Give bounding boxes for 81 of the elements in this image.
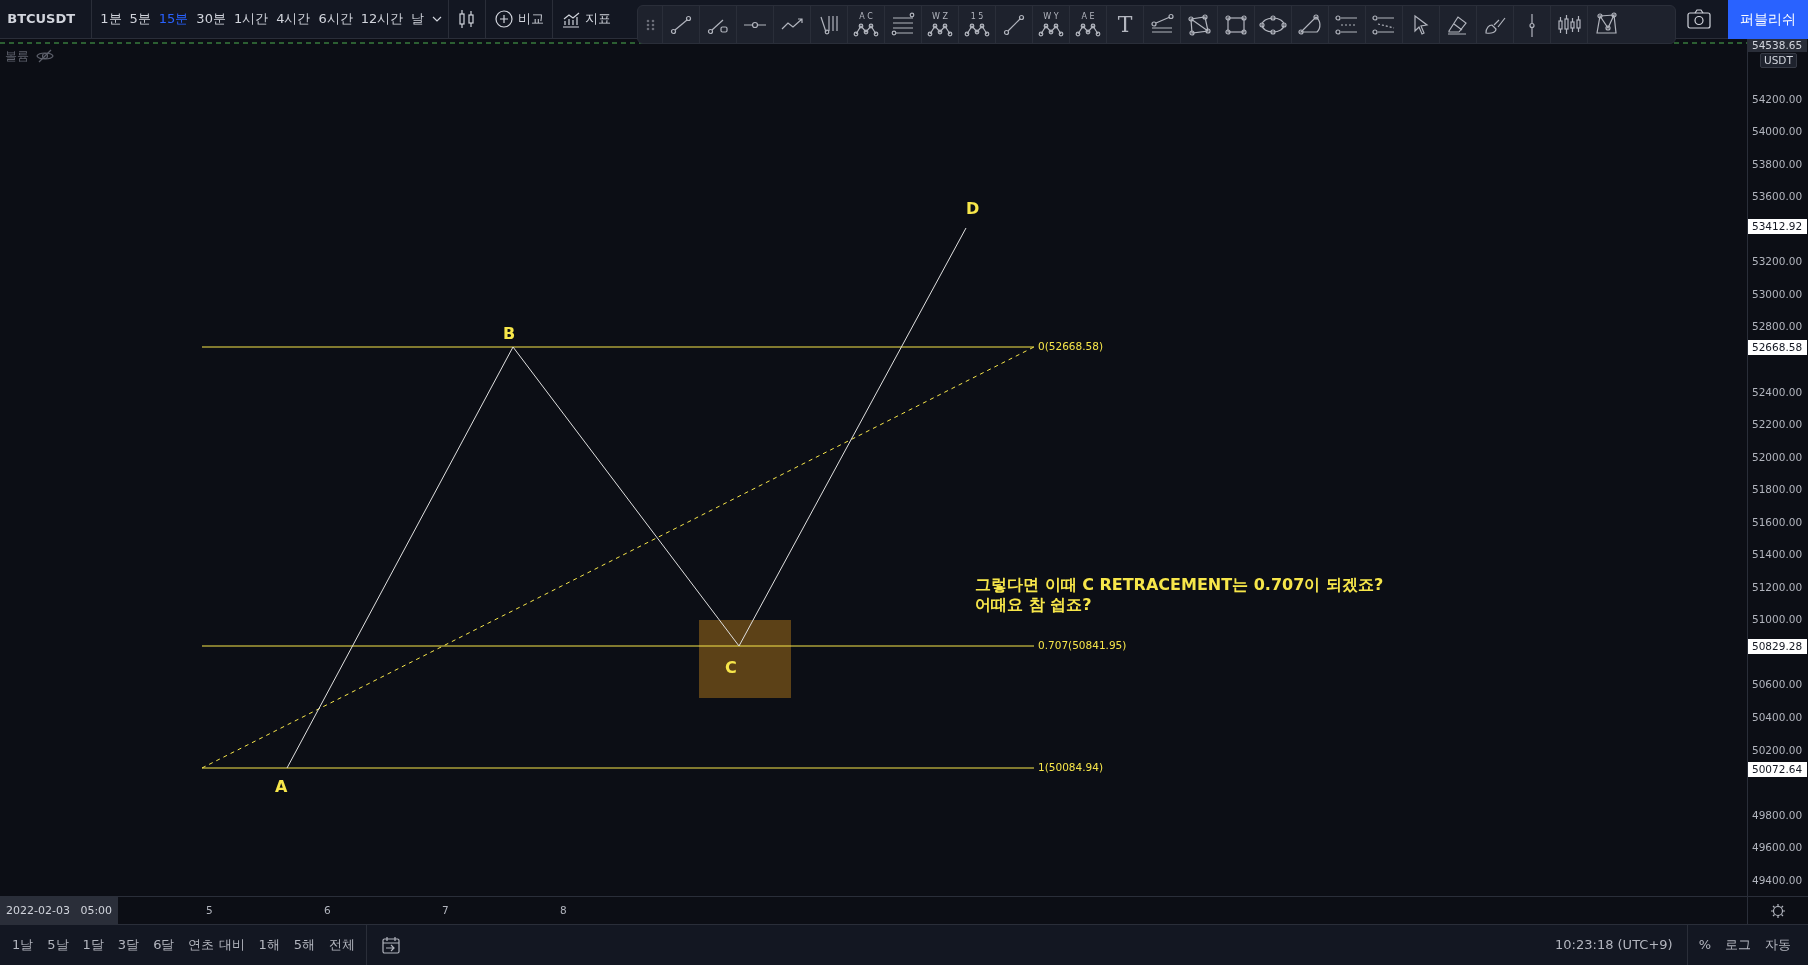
interval-button[interactable]: 30분	[192, 9, 230, 29]
price-label: 54000.00	[1752, 125, 1803, 138]
pattern-tool-button[interactable]: W Z	[921, 6, 958, 43]
range-button[interactable]: 1달	[75, 935, 111, 955]
price-label: 52200.00	[1752, 418, 1803, 431]
clock-text: 10:23:18 (UTC+9)	[1555, 936, 1673, 955]
pattern-tool-button[interactable]: W Y	[1032, 6, 1069, 43]
price-label: 53600.00	[1752, 190, 1803, 203]
range-button[interactable]: 3달	[110, 935, 147, 955]
range-button[interactable]: 1날	[5, 935, 41, 955]
price-label: 51200.00	[1752, 580, 1803, 593]
price-label: 52400.00	[1752, 385, 1803, 398]
price-label: 49400.00	[1752, 873, 1803, 886]
last-price-label: 54538.65	[1748, 39, 1807, 52]
price-label: 52800.00	[1752, 320, 1803, 333]
price-label: 50400.00	[1752, 711, 1803, 723]
pattern-tool-button[interactable]: A E	[1069, 6, 1106, 43]
interval-button[interactable]: 15분	[154, 9, 193, 29]
point-label: A	[275, 776, 288, 798]
time-label: 6	[324, 903, 331, 918]
point-label: D	[966, 198, 980, 220]
range-button[interactable]: 5해	[286, 935, 323, 955]
interval-button[interactable]: 1분	[96, 9, 126, 29]
range-button[interactable]: 연초 대비	[181, 935, 252, 955]
point-label: C	[725, 657, 737, 679]
price-label: 51000.00	[1752, 613, 1803, 626]
price-label: 52000.00	[1752, 450, 1803, 463]
currency-label: USDT	[1760, 53, 1797, 68]
interval-button[interactable]: 날	[407, 9, 429, 29]
price-label: 53800.00	[1752, 157, 1803, 170]
interval-button[interactable]: 1시간	[229, 9, 273, 29]
price-label: 51800.00	[1752, 483, 1803, 496]
settings-icon[interactable]	[1770, 902, 1786, 919]
camera-icon[interactable]	[1686, 8, 1712, 30]
crosshair-time-label: 2022-02-03 05:00	[0, 897, 119, 924]
pattern-tool-button[interactable]: 1 5	[958, 6, 995, 43]
pattern-tool-button[interactable]: A C	[847, 6, 884, 43]
price-label: 53200.00	[1752, 255, 1803, 268]
time-label: 7	[442, 903, 449, 918]
level-label: 1(50084.94)	[1038, 761, 1103, 774]
calendar-icon[interactable]	[381, 935, 402, 955]
pattern-leg-line[interactable]	[286, 346, 514, 769]
range-button[interactable]: 6달	[146, 935, 182, 955]
text-tool-button[interactable]: T	[1106, 6, 1143, 43]
interval-button[interactable]: 12시간	[356, 9, 408, 29]
price-label: 50600.00	[1752, 678, 1803, 691]
symbol-button[interactable]: BTCUSDT	[3, 9, 88, 29]
compare-button[interactable]: 비교	[490, 9, 549, 29]
range-button[interactable]: 전체	[322, 935, 363, 955]
price-marker: 50072.64	[1748, 762, 1807, 777]
interval-button[interactable]: 6시간	[314, 9, 357, 29]
interval-button[interactable]: 5분	[125, 9, 155, 29]
price-label: 51600.00	[1752, 515, 1803, 528]
price-label: 50200.00	[1752, 743, 1803, 756]
interval-button[interactable]: 4시간	[272, 9, 315, 29]
time-label: 5	[206, 903, 213, 918]
price-label: 54200.00	[1752, 92, 1803, 105]
price-label: 49800.00	[1752, 808, 1803, 821]
annotation-text: 어때요 참 쉽죠?	[975, 595, 1092, 615]
publish-button[interactable]: 퍼블리쉬	[1728, 0, 1808, 39]
price-label: 49600.00	[1752, 841, 1803, 854]
time-label: 8	[560, 903, 567, 918]
level-label: 0.707(50841.95)	[1038, 639, 1127, 652]
price-marker: 52668.58	[1748, 340, 1807, 355]
pattern-leg-line[interactable]	[512, 346, 740, 647]
add-icon	[494, 9, 515, 29]
scale-button[interactable]: 로그	[1718, 935, 1758, 955]
level-label: 0(52668.58)	[1038, 340, 1103, 353]
scale-button[interactable]: 자동	[1758, 935, 1798, 955]
price-marker: 50829.28	[1748, 639, 1807, 654]
range-button[interactable]: 5날	[40, 935, 76, 955]
annotation-text: 그렇다면 이때 C RETRACEMENT는 0.707이 되겠죠?	[975, 575, 1384, 595]
volume-label: 볼륨	[5, 48, 29, 65]
indicators-button[interactable]: 지표	[557, 9, 616, 29]
point-label: B	[503, 323, 516, 345]
eye-off-icon[interactable]	[35, 49, 54, 63]
price-label: 53000.00	[1752, 287, 1803, 300]
price-marker: 53412.92	[1748, 219, 1807, 234]
scale-button[interactable]: %	[1691, 935, 1718, 955]
price-label: 51400.00	[1752, 548, 1803, 561]
range-button[interactable]: 1해	[251, 935, 287, 955]
